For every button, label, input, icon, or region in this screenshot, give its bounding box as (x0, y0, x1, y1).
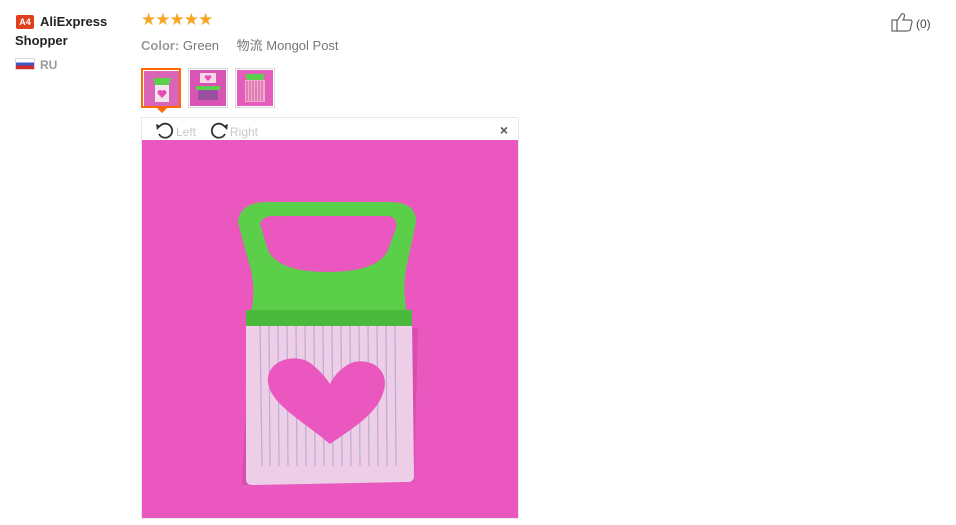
color-value: Green (182, 38, 220, 53)
review-photo (142, 140, 518, 518)
shipping-method: 物流 Mongol Post (236, 38, 339, 53)
star-rating: ★★★★★ (141, 10, 213, 29)
viewer-toolbar: Left Right × (142, 118, 518, 140)
thumbnail-2-image (190, 70, 226, 106)
thumbnail-3-image (237, 70, 273, 106)
active-thumbnail-caret (157, 108, 167, 113)
rotate-right-button[interactable]: Right (208, 121, 258, 142)
rotate-right-label: Right (230, 125, 259, 139)
flag-ru-icon (15, 58, 35, 70)
helpful-like-button[interactable]: (0) (891, 12, 931, 35)
thumbnail-1-image (144, 71, 179, 106)
image-viewer: Left Right × (141, 117, 519, 519)
color-label: Color: (141, 38, 180, 53)
rotate-right-icon (208, 121, 230, 142)
reviewer-name-second: Shopper (15, 33, 68, 48)
like-count: (0) (916, 17, 931, 31)
product-photo-slicer (142, 140, 518, 518)
review-header: ★★★★★ Color: Green 物流 Mongol Post (141, 10, 339, 54)
thumbs-up-icon (891, 12, 913, 35)
reviewer-name: A4 AliExpress Shopper (15, 12, 135, 50)
rotate-left-label: Left (176, 125, 197, 139)
reviewer-level-badge: A4 (16, 15, 34, 29)
thumbnail-2[interactable] (188, 68, 228, 108)
close-icon[interactable]: × (500, 122, 508, 138)
reviewer-country: RU (15, 58, 135, 72)
thumbnail-1[interactable] (141, 68, 181, 108)
review-attributes: Color: Green 物流 Mongol Post (141, 35, 339, 54)
country-code: RU (40, 58, 58, 72)
rotate-left-button[interactable]: Left (154, 121, 196, 142)
rotate-left-icon (154, 121, 176, 142)
thumbnail-3[interactable] (235, 68, 275, 108)
reviewer-name-first: AliExpress (40, 14, 108, 29)
reviewer-info: A4 AliExpress Shopper RU (15, 12, 135, 72)
